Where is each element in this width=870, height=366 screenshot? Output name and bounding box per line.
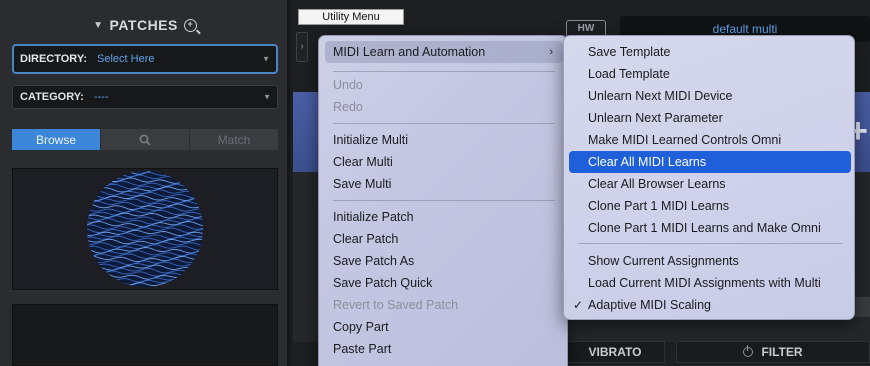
- directory-value: Select Here: [97, 53, 155, 65]
- midi-learn-submenu: Save Template Load Template Unlearn Next…: [563, 35, 855, 320]
- menu-divider: [333, 71, 555, 72]
- patch-info-box: [12, 304, 278, 366]
- menu-divider: [333, 123, 555, 124]
- directory-select[interactable]: DIRECTORY: Select Here ▼: [12, 44, 278, 74]
- filter-label: FILTER: [761, 345, 803, 359]
- patches-panel: ▼ PATCHES + DIRECTORY: Select Here ▼ CAT…: [0, 0, 290, 366]
- menu-item-undo: Undo: [333, 78, 363, 92]
- checkmark-icon: ✓: [573, 298, 584, 312]
- menu-item-revert-patch: Revert to Saved Patch: [333, 298, 459, 312]
- menu-item-save-patch-as[interactable]: Save Patch As: [325, 250, 563, 272]
- utility-menu-tab[interactable]: Utility Menu: [298, 9, 404, 25]
- submenu-item-save-template[interactable]: Save Template: [569, 41, 851, 63]
- tab-match[interactable]: Match: [190, 129, 278, 150]
- menu-item-clear-patch[interactable]: Clear Patch: [325, 228, 563, 250]
- submenu-item-make-omni[interactable]: Make MIDI Learned Controls Omni: [569, 129, 851, 151]
- menu-item-initialize-multi[interactable]: Initialize Multi: [325, 129, 563, 151]
- menu-item-copy-part[interactable]: Copy Part: [325, 316, 563, 338]
- power-icon[interactable]: [743, 345, 754, 357]
- menu-divider: [578, 243, 842, 244]
- menu-item-save-patch-quick[interactable]: Save Patch Quick: [325, 272, 563, 294]
- submenu-item-clone-part-learns[interactable]: Clone Part 1 MIDI Learns: [569, 195, 851, 217]
- submenu-item-load-template[interactable]: Load Template: [569, 63, 851, 85]
- directory-label: DIRECTORY:: [20, 53, 88, 65]
- vibrato-button[interactable]: VIBRATO: [565, 341, 665, 363]
- collapse-triangle-icon[interactable]: ▼: [93, 20, 103, 31]
- utility-context-menu: MIDI Learn and Automation › Undo Redo In…: [318, 35, 568, 366]
- submenu-item-unlearn-device[interactable]: Unlearn Next MIDI Device: [569, 85, 851, 107]
- submenu-item-show-assignments[interactable]: Show Current Assignments: [569, 250, 851, 272]
- menu-item-clear-multi[interactable]: Clear Multi: [325, 151, 563, 173]
- tab-search[interactable]: [101, 129, 190, 150]
- patch-artwork: [12, 168, 278, 290]
- category-value: ----: [93, 91, 109, 103]
- menu-item-paste-part[interactable]: Paste Part: [325, 338, 563, 360]
- submenu-item-clear-browser-learns[interactable]: Clear All Browser Learns: [569, 173, 851, 195]
- menu-item-save-multi[interactable]: Save Multi: [325, 173, 563, 195]
- submenu-item-clear-midi-learns[interactable]: Clear All MIDI Learns: [569, 151, 851, 173]
- menu-divider: [333, 200, 555, 201]
- menu-item-initialize-patch[interactable]: Initialize Patch: [325, 206, 563, 228]
- chevron-down-icon: ▼: [263, 92, 271, 102]
- submenu-item-adaptive-scaling[interactable]: ✓ Adaptive MIDI Scaling: [569, 294, 851, 316]
- scroll-handle[interactable]: [855, 297, 870, 317]
- category-select[interactable]: CATEGORY: ---- ▼: [12, 85, 278, 109]
- zoom-in-icon[interactable]: +: [183, 18, 197, 32]
- search-icon: [139, 134, 151, 146]
- submenu-item-unlearn-parameter[interactable]: Unlearn Next Parameter: [569, 107, 851, 129]
- filter-button[interactable]: FILTER: [676, 341, 870, 363]
- category-label: CATEGORY:: [20, 91, 84, 103]
- chevron-right-icon: ›: [549, 46, 553, 58]
- chevron-right-icon[interactable]: ›: [296, 32, 308, 62]
- patches-header[interactable]: ▼ PATCHES +: [0, 14, 290, 36]
- patches-title: PATCHES: [109, 17, 178, 33]
- menu-item-midi-learn[interactable]: MIDI Learn and Automation ›: [325, 41, 563, 63]
- submenu-item-clone-part-learns-omni[interactable]: Clone Part 1 MIDI Learns and Make Omni: [569, 217, 851, 239]
- tab-browse[interactable]: Browse: [12, 129, 101, 150]
- submenu-item-load-assignments[interactable]: Load Current MIDI Assignments with Multi: [569, 272, 851, 294]
- menu-item-redo: Redo: [333, 100, 363, 114]
- menu-item-label: MIDI Learn and Automation: [333, 45, 486, 59]
- browser-tabs: Browse Match: [12, 129, 278, 150]
- patch-waveform-sphere-image: [87, 171, 203, 287]
- chevron-down-icon: ▼: [262, 54, 270, 64]
- submenu-item-label: Adaptive MIDI Scaling: [588, 298, 711, 312]
